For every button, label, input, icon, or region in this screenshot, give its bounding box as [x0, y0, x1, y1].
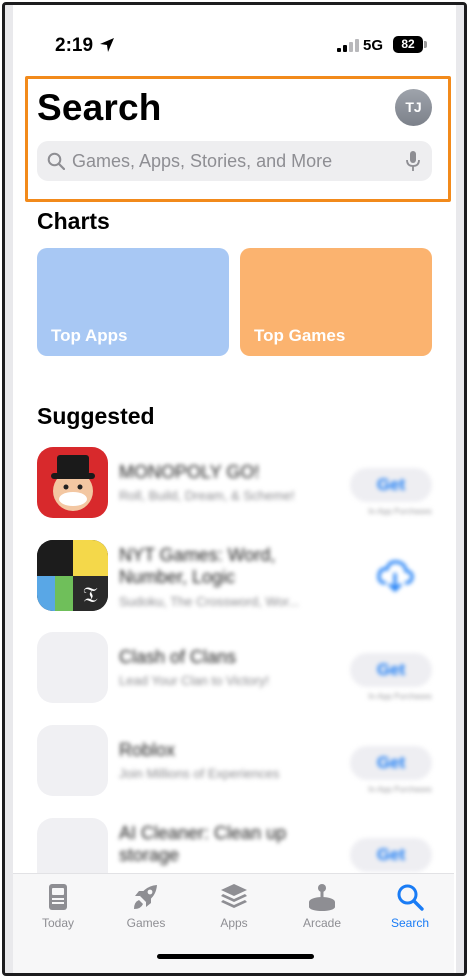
in-app-purchases-note: In-App Purchases: [368, 785, 432, 794]
app-subtitle: Lead Your Clan to Victory!: [119, 673, 270, 688]
tab-apps[interactable]: Apps: [194, 882, 274, 932]
monopoly-app-icon: [37, 447, 108, 518]
suggested-title: Suggested: [37, 403, 155, 429]
get-button[interactable]: Get: [350, 746, 432, 780]
rocket-icon: [134, 885, 157, 909]
in-app-purchases-note: In-App Purchases: [368, 507, 432, 516]
nyt-games-app-icon: 𝔗: [37, 540, 108, 611]
network-type: 5G: [363, 37, 384, 54]
top-apps-label: Top Apps: [51, 326, 128, 345]
microphone-icon[interactable]: [406, 151, 420, 172]
charts-title: Charts: [37, 208, 110, 234]
stack-icon: [221, 884, 247, 908]
top-apps-card[interactable]: Top Apps: [37, 248, 229, 356]
tab-label: Today: [41, 916, 75, 930]
svg-text:𝔗: 𝔗: [83, 583, 98, 608]
tab-games[interactable]: Games: [106, 882, 186, 932]
app-icon-placeholder: [37, 632, 108, 703]
tab-search[interactable]: Search: [370, 882, 450, 932]
tab-label: Arcade: [302, 916, 342, 930]
tab-arcade[interactable]: Arcade: [282, 882, 362, 932]
get-button[interactable]: Get: [350, 468, 432, 502]
phone-frame: 2:19 5G 82 Search TJ Charts Top Apps: [2, 2, 467, 976]
location-arrow-icon: [100, 38, 114, 52]
search-field[interactable]: [37, 141, 432, 181]
top-games-label: Top Games: [254, 326, 346, 345]
list-item[interactable]: MONOPOLY GO! Roll, Build, Dream, & Schem…: [37, 447, 434, 527]
battery-icon: 82: [393, 36, 423, 53]
get-button[interactable]: Get: [350, 653, 432, 687]
app-name: Clash of Clans: [119, 647, 237, 667]
app-name: MONOPOLY GO!: [119, 462, 260, 482]
avatar[interactable]: TJ: [395, 89, 432, 126]
battery-tip: [424, 41, 427, 48]
home-indicator: [157, 954, 314, 959]
signal-icon: [337, 39, 359, 52]
app-name: AI Cleaner: Clean up storage: [119, 823, 287, 865]
screen: 2:19 5G 82 Search TJ Charts Top Apps: [13, 5, 454, 973]
app-name: NYT Games: Word, Number, Logic: [119, 545, 276, 587]
in-app-purchases-note: In-App Purchases: [368, 692, 432, 701]
tab-today[interactable]: Today: [18, 882, 98, 932]
page-title: Search: [37, 87, 162, 128]
top-games-card[interactable]: Top Games: [240, 248, 432, 356]
magnifier-icon: [47, 152, 65, 170]
app-subtitle: Roll, Build, Dream, & Scheme!: [119, 488, 295, 503]
joystick-icon: [309, 884, 335, 911]
search-icon: [397, 884, 424, 911]
tab-label: Apps: [220, 916, 248, 930]
status-bar: 2:19 5G 82: [13, 27, 454, 63]
search-input[interactable]: [72, 141, 392, 181]
cloud-download-icon[interactable]: [375, 556, 415, 596]
app-icon-placeholder: [37, 725, 108, 796]
tab-label: Search: [390, 916, 430, 930]
list-item[interactable]: 𝔗 NYT Games: Word, Number, Logic Sudoku,…: [37, 540, 434, 620]
get-button[interactable]: Get: [350, 838, 432, 872]
list-item[interactable]: Roblox Join Millions of Experiences Get …: [37, 725, 434, 805]
status-time: 2:19: [55, 35, 94, 56]
tab-label: Games: [126, 916, 166, 930]
app-name: Roblox: [119, 740, 176, 760]
tab-bar: Today Games Apps Arcade Search: [13, 873, 454, 973]
today-icon: [49, 884, 67, 910]
app-subtitle: Join Millions of Experiences: [119, 766, 280, 781]
app-subtitle: Sudoku, The Crossword, Wor...: [119, 594, 300, 609]
list-item[interactable]: Clash of Clans Lead Your Clan to Victory…: [37, 632, 434, 712]
